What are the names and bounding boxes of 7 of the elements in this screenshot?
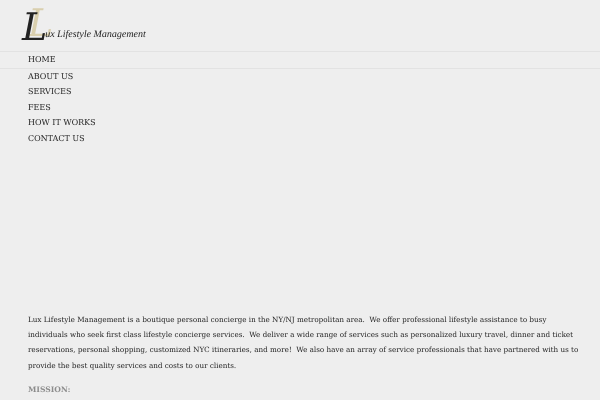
nav-link[interactable]: FEES — [0, 100, 600, 115]
nav-link[interactable]: HOME — [0, 52, 600, 68]
logo-text: ux Lifestyle Management — [45, 28, 146, 40]
nav-link[interactable]: HOW IT WORKS — [0, 115, 600, 130]
nav-link[interactable]: SERVICES — [0, 84, 600, 100]
nav-link[interactable]: CONTACT US — [0, 130, 600, 146]
nav-link[interactable]: ABOUT US — [0, 68, 600, 84]
